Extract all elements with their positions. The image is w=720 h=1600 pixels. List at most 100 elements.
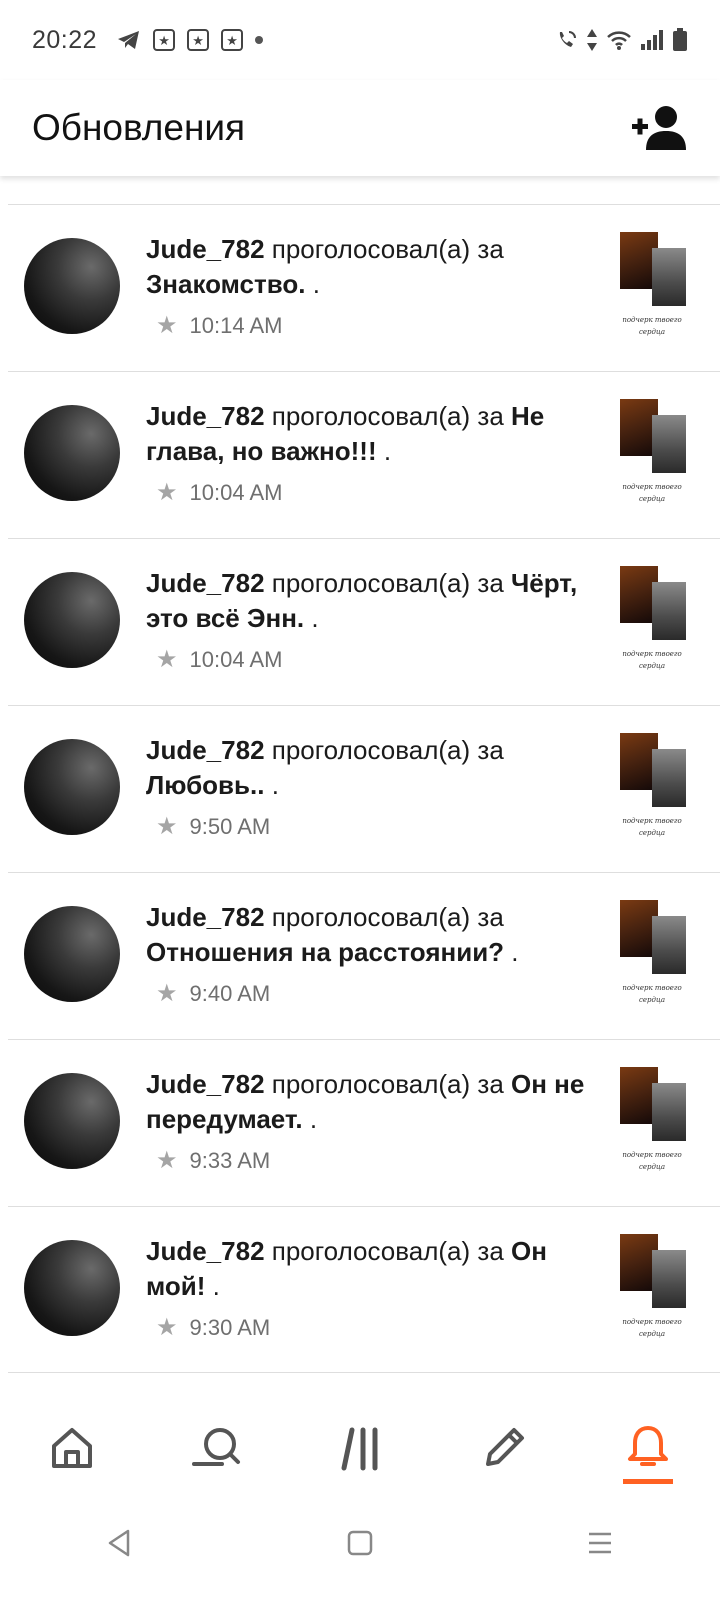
user-name[interactable]: Jude_782: [146, 1069, 265, 1099]
avatar[interactable]: [24, 405, 120, 501]
suffix-text: .: [309, 1104, 318, 1134]
cover-caption: подчерк твоего сердца: [622, 483, 682, 503]
timestamp: 10:04 AM: [189, 480, 283, 505]
timestamp: 9:33 AM: [189, 1148, 271, 1173]
notification-text: Jude_782 проголосовал(а) за Отношения на…: [146, 900, 586, 970]
wifi-call-icon: [559, 31, 576, 47]
notification-item[interactable]: Jude_782 проголосовал(а) за Знакомство. …: [8, 204, 720, 371]
star-icon: ★: [156, 479, 178, 506]
cover-image-grey: [652, 415, 686, 473]
action-text: проголосовал(а) за: [271, 735, 504, 765]
avatar[interactable]: [24, 238, 120, 334]
avatar[interactable]: [24, 739, 120, 835]
tab-write[interactable]: [432, 1400, 576, 1496]
status-right-icons: [556, 28, 688, 52]
story-part-title[interactable]: Любовь..: [146, 770, 264, 800]
add-friend-button[interactable]: [632, 104, 688, 152]
user-name[interactable]: Jude_782: [146, 1236, 265, 1266]
story-cover[interactable]: подчерк твоего сердца: [614, 566, 690, 678]
star-icon: ★: [156, 980, 178, 1007]
notification-meta: ★ 9:50 AM: [156, 814, 270, 840]
cover-image-grey: [652, 916, 686, 974]
app-header: Обновления: [0, 80, 720, 176]
user-name[interactable]: Jude_782: [146, 735, 265, 765]
user-name[interactable]: Jude_782: [146, 902, 265, 932]
notification-item[interactable]: Jude_782 проголосовал(а) за Не глава, но…: [8, 371, 720, 538]
suffix-text: .: [511, 937, 519, 967]
star-icon: ★: [156, 813, 178, 840]
system-menu-button[interactable]: [480, 1508, 720, 1578]
data-arrows-icon: [587, 29, 597, 51]
search-icon: [192, 1428, 240, 1466]
tab-notifications[interactable]: [576, 1400, 720, 1496]
status-time: 20:22: [32, 25, 98, 54]
battery-icon: [673, 28, 687, 51]
notification-text: Jude_782 проголосовал(а) за Он не переду…: [146, 1067, 586, 1137]
avatar[interactable]: [24, 906, 120, 1002]
system-home-button[interactable]: [240, 1508, 480, 1578]
wifi-icon: [607, 31, 631, 50]
user-name[interactable]: Jude_782: [146, 568, 265, 598]
story-cover[interactable]: подчерк твоего сердца: [614, 900, 690, 1012]
story-cover[interactable]: подчерк твоего сердца: [614, 1234, 690, 1346]
avatar[interactable]: [24, 1240, 120, 1336]
action-text: проголосовал(а) за: [271, 234, 504, 264]
tab-library[interactable]: [288, 1400, 432, 1496]
story-cover[interactable]: подчерк твоего сердца: [614, 1067, 690, 1179]
star-icon: ★: [156, 1314, 178, 1341]
app-star-icon: ★: [187, 29, 210, 51]
cover-caption: подчерк твоего сердца: [622, 1318, 682, 1338]
cover-image-grey: [652, 582, 686, 640]
story-cover[interactable]: подчерк твоего сердца: [614, 232, 690, 344]
library-icon: [341, 1427, 378, 1471]
telegram-icon: [118, 31, 140, 49]
cover-caption: подчерк твоего сердца: [622, 817, 682, 837]
timestamp: 9:50 AM: [189, 814, 271, 839]
suffix-text: .: [271, 770, 279, 800]
story-part-title[interactable]: Знакомство.: [146, 269, 306, 299]
tab-search[interactable]: [144, 1400, 288, 1496]
cover-caption: подчерк твоего сердца: [622, 650, 682, 670]
notification-item[interactable]: Jude_782 проголосовал(а) за Он не переду…: [8, 1039, 720, 1206]
star-icon: ★: [156, 1147, 178, 1174]
avatar[interactable]: [24, 1073, 120, 1169]
star-icon: ★: [156, 312, 178, 339]
action-text: проголосовал(а) за: [271, 902, 504, 932]
notification-meta: ★ 9:33 AM: [156, 1148, 270, 1174]
timestamp: 9:40 AM: [189, 981, 271, 1006]
cover-image-grey: [652, 749, 686, 807]
signal-icon: [641, 30, 663, 50]
notification-text: Jude_782 проголосовал(а) за Чёрт, это вс…: [146, 566, 586, 636]
notification-meta: ★ 9:30 AM: [156, 1315, 270, 1341]
timestamp: 10:04 AM: [189, 647, 283, 672]
notifications-icon: [628, 1426, 668, 1466]
timestamp: 9:30 AM: [189, 1315, 271, 1340]
avatar[interactable]: [24, 572, 120, 668]
system-nav: [0, 1508, 720, 1578]
notification-item[interactable]: Jude_782 проголосовал(а) за Чёрт, это вс…: [8, 538, 720, 705]
notifications-feed: Jude_782 проголосовал(а) за Знакомство. …: [8, 204, 720, 1373]
notification-text: Jude_782 проголосовал(а) за Он мой! .: [146, 1234, 586, 1304]
action-text: проголосовал(а) за: [271, 1236, 504, 1266]
cover-caption: подчерк твоего сердца: [622, 984, 682, 1004]
app-star-icon: ★: [221, 29, 244, 51]
star-icon: ★: [156, 646, 178, 673]
notification-text: Jude_782 проголосовал(а) за Не глава, но…: [146, 399, 586, 469]
system-back-button[interactable]: [0, 1508, 240, 1578]
notification-item[interactable]: Jude_782 проголосовал(а) за Отношения на…: [8, 872, 720, 1039]
status-left-icons: ★ ★ ★: [117, 29, 264, 51]
user-name[interactable]: Jude_782: [146, 234, 265, 264]
tab-home[interactable]: [0, 1400, 144, 1496]
home-icon: [52, 1428, 92, 1468]
dot-icon: [255, 36, 264, 44]
status-bar: 20:22 ★ ★ ★: [0, 0, 720, 80]
action-text: проголосовал(а) за: [271, 401, 504, 431]
story-cover[interactable]: подчерк твоего сердца: [614, 399, 690, 511]
notification-item[interactable]: Jude_782 проголосовал(а) за Он мой! . ★ …: [8, 1206, 720, 1373]
user-name[interactable]: Jude_782: [146, 401, 265, 431]
write-icon: [486, 1428, 524, 1466]
menu-icon: [589, 1532, 611, 1554]
story-cover[interactable]: подчерк твоего сердца: [614, 733, 690, 845]
story-part-title[interactable]: Отношения на расстоянии?: [146, 937, 504, 967]
notification-item[interactable]: Jude_782 проголосовал(а) за Любовь.. . ★…: [8, 705, 720, 872]
